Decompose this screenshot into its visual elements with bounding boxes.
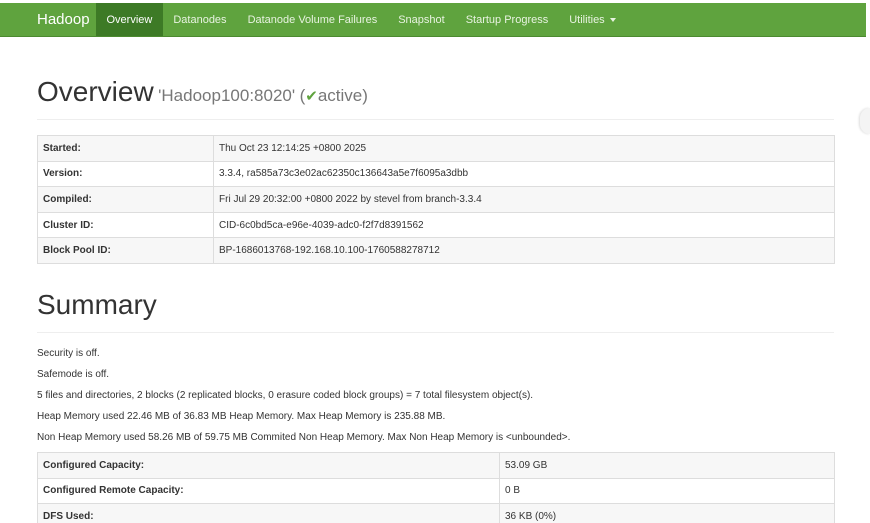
filesystem-objects: 5 files and directories, 2 blocks (2 rep…	[37, 390, 534, 401]
page-scroll-handle[interactable]	[860, 108, 870, 134]
overview-header: Overview 'Hadoop100:8020' (✔active)	[37, 76, 834, 120]
version-key: Version:	[37, 160, 214, 188]
table-row: Version: 3.3.4, ra585a73c3e02ac62350c136…	[37, 160, 835, 188]
caret-down-icon	[609, 18, 616, 23]
top-navbar: Hadoop Overview Datanodes Datanode Volum…	[0, 3, 866, 37]
table-row: Configured Capacity: 53.09 GB	[37, 452, 835, 479]
non-heap-memory: Non Heap Memory used 58.26 MB of 59.75 M…	[37, 432, 571, 443]
status-close-paren: )	[362, 86, 368, 105]
configured-remote-capacity-value: 0 B	[499, 477, 835, 505]
block-pool-id-value: BP-1686013768-192.168.10.100-17605882787…	[213, 237, 835, 264]
nav-snapshot[interactable]: Snapshot	[388, 3, 455, 36]
nav-datanodes[interactable]: Datanodes	[163, 3, 237, 36]
started-value: Thu Oct 23 12:14:25 +0800 2025	[213, 135, 835, 162]
configured-capacity-value: 53.09 GB	[499, 452, 835, 479]
dfs-used-key: DFS Used:	[37, 503, 500, 523]
cluster-id-value: CID-6c0bd5ca-e96e-4039-adc0-f2f7d8391562	[213, 211, 835, 239]
overview-table: Started: Thu Oct 23 12:14:25 +0800 2025 …	[37, 135, 835, 264]
table-row: DFS Used: 36 KB (0%)	[37, 503, 835, 523]
dfs-used-value: 36 KB (0%)	[499, 503, 835, 523]
checkmark-icon: ✔	[305, 88, 318, 105]
table-row: Configured Remote Capacity: 0 B	[37, 477, 835, 505]
compiled-value: Fri Jul 29 20:32:00 +0800 2022 by stevel…	[213, 186, 835, 213]
summary-table: Configured Capacity: 53.09 GB Configured…	[37, 452, 835, 523]
table-row: Started: Thu Oct 23 12:14:25 +0800 2025	[37, 135, 835, 162]
table-row: Cluster ID: CID-6c0bd5ca-e96e-4039-adc0-…	[37, 211, 835, 239]
namenode-host: 'Hadoop100:8020'	[158, 86, 296, 105]
nav-datanode-volume-failures[interactable]: Datanode Volume Failures	[237, 3, 388, 36]
version-value: 3.3.4, ra585a73c3e02ac62350c136643a5e7f6…	[213, 160, 835, 188]
safemode-status: Safemode is off.	[37, 369, 110, 380]
cluster-id-key: Cluster ID:	[37, 211, 214, 239]
heap-memory: Heap Memory used 22.46 MB of 36.83 MB He…	[37, 411, 446, 422]
brand-logo[interactable]: Hadoop	[0, 3, 96, 36]
namenode-status: active	[317, 86, 363, 105]
page-title: Overview	[37, 76, 154, 107]
nav-utilities-dropdown[interactable]: Utilities	[559, 3, 626, 36]
started-key: Started:	[37, 135, 214, 162]
block-pool-id-key: Block Pool ID:	[37, 237, 214, 264]
nav-startup-progress[interactable]: Startup Progress	[455, 3, 559, 36]
table-row: Compiled: Fri Jul 29 20:32:00 +0800 2022…	[37, 186, 835, 213]
configured-capacity-key: Configured Capacity:	[37, 452, 500, 479]
nav-utilities-label: Utilities	[569, 14, 605, 26]
configured-remote-capacity-key: Configured Remote Capacity:	[37, 477, 500, 505]
compiled-key: Compiled:	[37, 186, 214, 213]
table-row: Block Pool ID: BP-1686013768-192.168.10.…	[37, 237, 835, 264]
security-status: Security is off.	[37, 348, 100, 359]
nav-overview[interactable]: Overview	[96, 3, 163, 36]
summary-title: Summary	[37, 289, 834, 333]
